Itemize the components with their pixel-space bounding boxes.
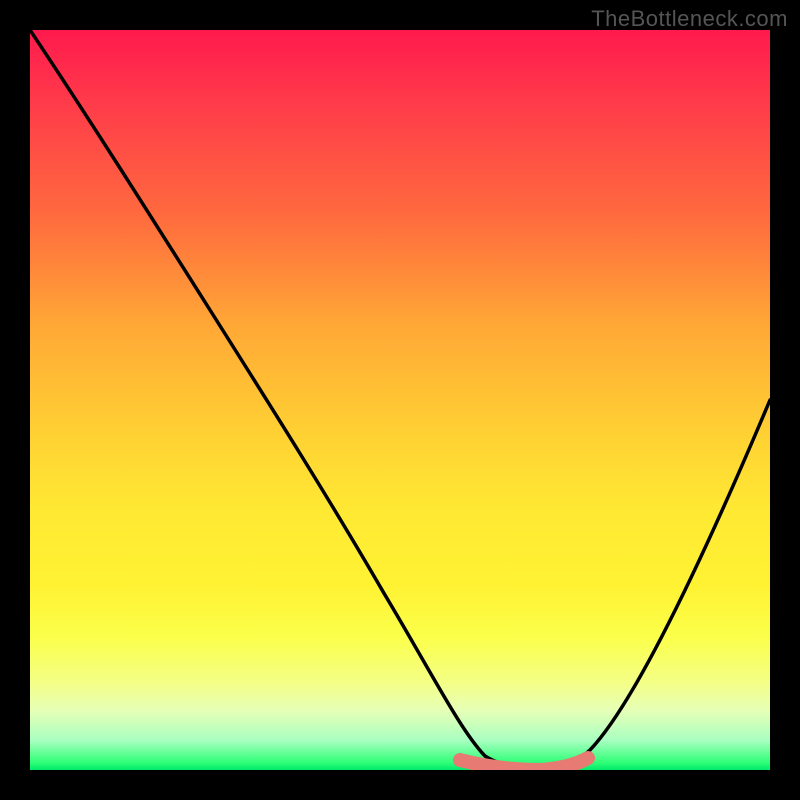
highlight-band bbox=[460, 758, 588, 770]
plot-area bbox=[30, 30, 770, 770]
watermark-text: TheBottleneck.com bbox=[591, 6, 788, 32]
chart-frame: TheBottleneck.com bbox=[0, 0, 800, 800]
curve-layer bbox=[30, 30, 770, 770]
bottleneck-curve bbox=[30, 30, 770, 768]
